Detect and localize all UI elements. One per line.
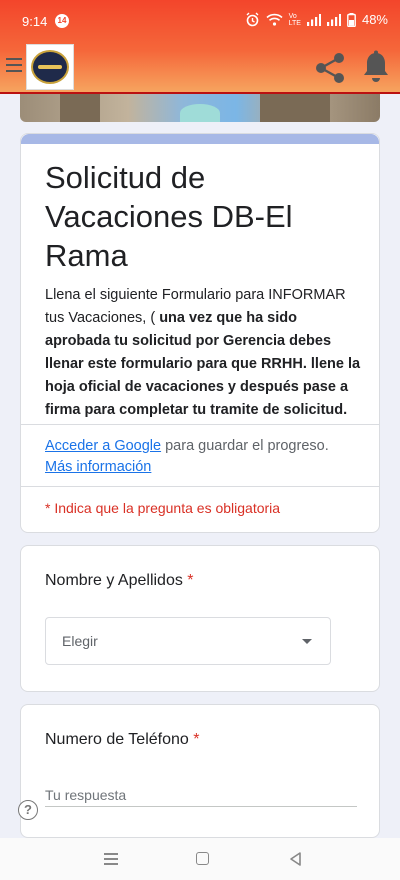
required-note: * Indica que la pregunta es obligatoria — [45, 500, 281, 516]
form-header-card: Solicitud de Vacaciones DB-El Rama Llena… — [20, 133, 380, 533]
status-icons: Vo LTE 48% — [245, 12, 388, 27]
dropdown-value: Elegir — [62, 633, 98, 649]
signin-row: Acceder a Google para guardar el progres… — [45, 438, 329, 475]
question-label: Nombre y Apellidos * — [45, 572, 194, 589]
more-info-link[interactable]: Más información — [45, 459, 151, 475]
home-icon[interactable] — [196, 852, 209, 865]
divider — [21, 424, 379, 425]
network-type-label: Vo LTE — [288, 12, 301, 27]
help-icon[interactable]: ? — [18, 800, 38, 820]
divider — [21, 486, 379, 487]
chevron-down-icon — [302, 639, 312, 644]
battery-icon — [347, 12, 356, 27]
signal-icon — [306, 13, 321, 26]
question-card-name: Nombre y Apellidos * Elegir — [20, 545, 380, 692]
menu-icon[interactable] — [6, 58, 22, 74]
status-bar: 9:14 14 Vo LTE 48% — [0, 0, 400, 42]
notification-count-badge: 14 — [55, 14, 69, 28]
status-time: 9:14 — [22, 14, 48, 29]
battery-percent: 48% — [361, 12, 388, 27]
question-label: Numero de Teléfono * — [45, 731, 200, 748]
question-card-phone: Numero de Teléfono * — [20, 704, 380, 838]
logo — [26, 44, 74, 90]
bell-icon[interactable] — [360, 50, 392, 84]
form-description: Llena el siguiente Formulario para INFOR… — [45, 287, 361, 418]
alarm-icon — [246, 12, 259, 27]
recents-icon[interactable] — [104, 853, 118, 865]
wifi-icon — [266, 13, 283, 26]
signin-link[interactable]: Acceder a Google — [45, 438, 161, 454]
signal-icon — [326, 13, 341, 26]
app-header — [0, 42, 400, 92]
phone-input[interactable] — [45, 783, 357, 807]
card-accent-bar — [21, 134, 379, 144]
name-dropdown[interactable]: Elegir — [45, 617, 331, 665]
form-title: Solicitud de Vacaciones DB-El Rama — [45, 160, 293, 273]
system-nav-bar — [0, 838, 400, 880]
share-icon[interactable] — [312, 50, 348, 86]
back-icon[interactable] — [288, 851, 302, 867]
form-banner-image — [20, 94, 380, 122]
